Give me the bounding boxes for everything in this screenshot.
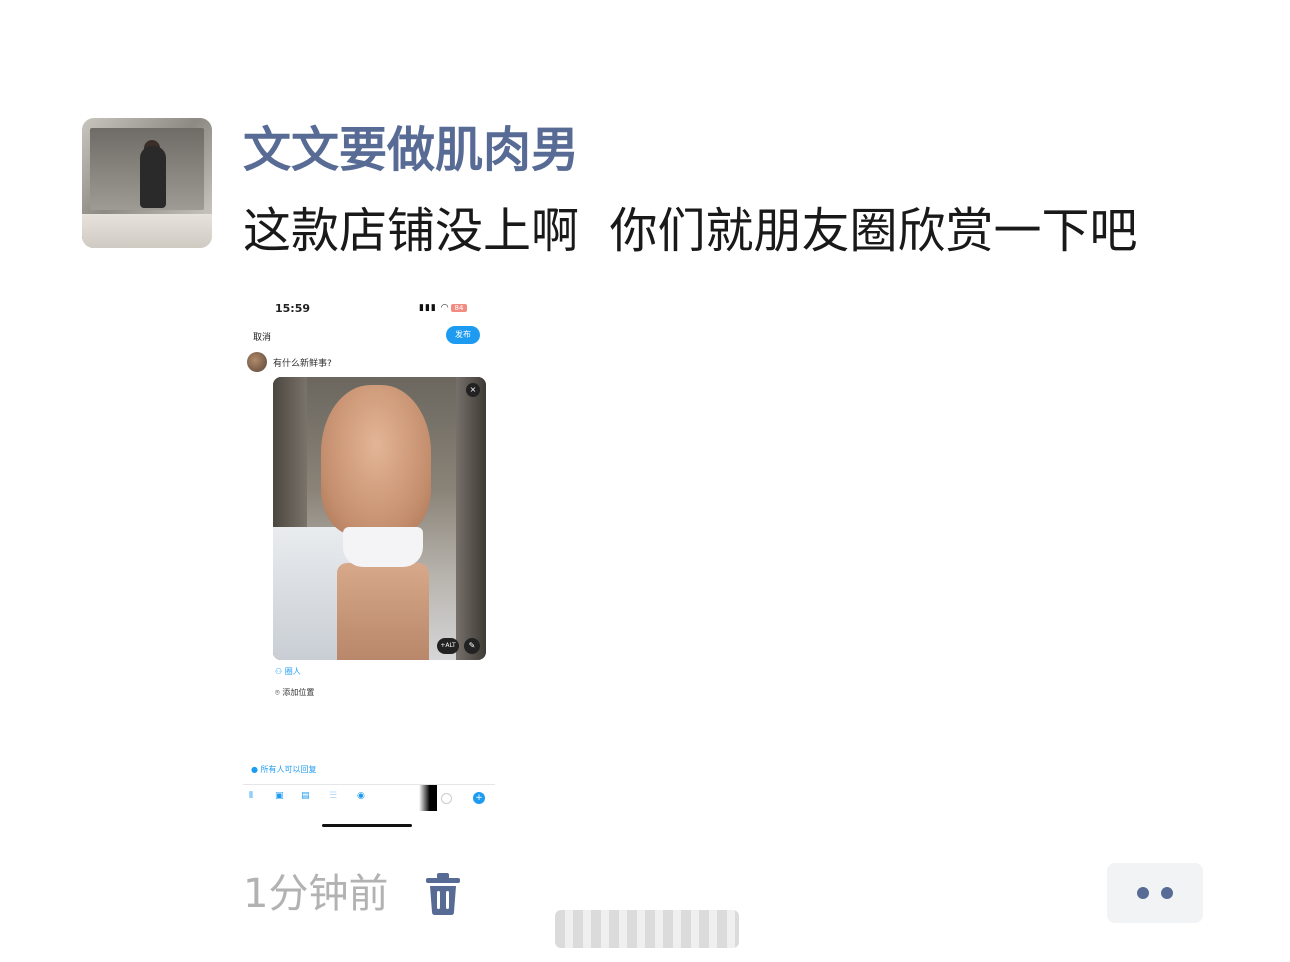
compose-toolbar: ⦀ ▣ ▤ ☰ ◉ (249, 791, 489, 805)
alt-badge: +ALT (437, 638, 459, 654)
post-image[interactable]: 15:59 ▮▮▮ ◠ 84 取消 发布 有什么新鲜事? × +ALT ✎ ⚇ … (243, 290, 495, 835)
image-icon: ▣ (275, 791, 284, 801)
location-tool-icon: ◉ (357, 791, 365, 801)
cancel-button: 取消 (253, 333, 272, 343)
tag-people-label: 圈人 (284, 667, 301, 676)
globe-icon: ● (251, 765, 261, 774)
more-icon (1137, 887, 1149, 899)
compose-avatar (247, 352, 267, 372)
battery-indicator: 84 (451, 304, 467, 312)
person-icon: ⚇ (275, 667, 285, 676)
progress-circle (441, 793, 452, 804)
add-location-label: 添加位置 (282, 688, 315, 697)
home-indicator (322, 824, 412, 827)
compose-placeholder: 有什么新鲜事? (273, 359, 332, 369)
post-caption: 这款店铺没上啊 你们就朋友圈欣赏一下吧 (243, 203, 1138, 259)
reply-setting: ● 所有人可以回复 (251, 764, 317, 775)
post-timestamp: 1分钟前 (243, 871, 389, 917)
signal-icon: ▮▮▮ ◠ (419, 303, 450, 313)
avatar[interactable] (82, 118, 212, 248)
publish-button: 发布 (446, 326, 480, 344)
watermark (555, 910, 739, 948)
status-time: 15:59 (275, 302, 311, 315)
trash-icon[interactable] (424, 872, 462, 916)
more-icon-dot (1161, 887, 1173, 899)
photo-torso (321, 385, 431, 535)
photo-legs (337, 563, 429, 660)
poll-icon: ☰ (329, 791, 338, 801)
add-location-row: ⌾ 添加位置 (275, 687, 314, 698)
gif-icon: ▤ (301, 791, 310, 801)
tag-people-row: ⚇ 圈人 (275, 666, 301, 677)
toolbar-divider (243, 784, 495, 785)
photo-garment (343, 527, 423, 567)
redaction-bar (419, 785, 437, 811)
avatar-figure (140, 146, 166, 208)
more-button[interactable] (1107, 863, 1203, 923)
add-icon: + (473, 792, 485, 804)
reply-setting-label: 所有人可以回复 (260, 765, 317, 774)
close-icon: × (466, 383, 480, 397)
audio-icon: ⦀ (249, 791, 253, 801)
attached-photo: × +ALT ✎ (273, 377, 486, 660)
avatar-counter (82, 214, 212, 248)
edit-icon: ✎ (464, 638, 480, 654)
photo-wall-right (456, 377, 486, 660)
username[interactable]: 文文要做肌肉男 (243, 118, 579, 182)
